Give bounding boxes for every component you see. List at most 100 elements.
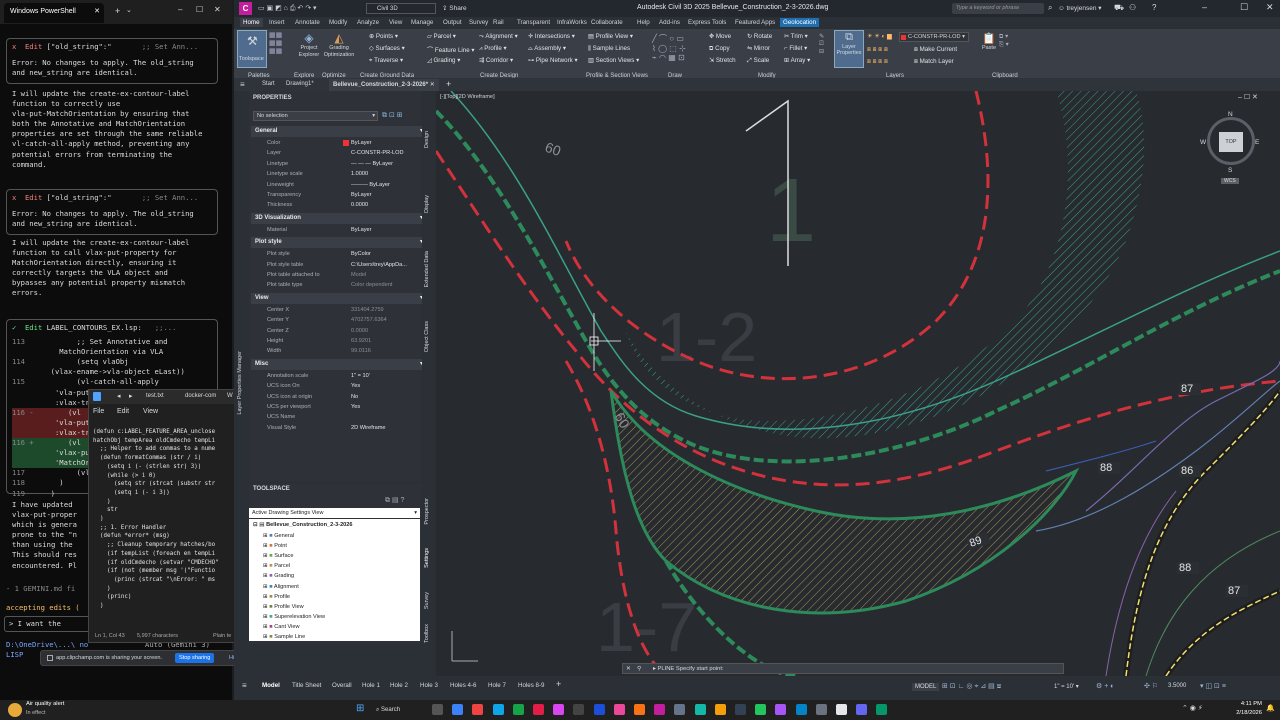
property-row[interactable]: Linetype scale 1.0000: [255, 169, 431, 179]
ribbon-tab[interactable]: Collaborate: [588, 18, 626, 27]
elevation-label[interactable]: 88: [1177, 562, 1199, 574]
command-line[interactable]: ✕ ⚲ ▸ PLINE Specify start point:: [622, 663, 1064, 674]
ribbon-tab[interactable]: Home: [240, 18, 263, 27]
taskbar-search[interactable]: ⌕ Search: [376, 703, 420, 717]
chevron-down-icon[interactable]: ⌄: [126, 6, 132, 14]
clock-time[interactable]: 4:11 PM: [1222, 701, 1262, 707]
chatgpt-icon[interactable]: [512, 704, 524, 715]
palette-small-icons[interactable]: ▦▦ ▦▦ ▦▦: [269, 31, 289, 61]
modify-extra-icons[interactable]: ✎ ⎚ ⊟: [819, 33, 824, 55]
ribbon-tab[interactable]: View: [386, 18, 405, 27]
property-row[interactable]: Annotation scale 1" = 10': [255, 371, 431, 381]
tree-item[interactable]: ⊞ ■ Grading: [263, 573, 294, 579]
scale-button[interactable]: ⤢ Scale: [747, 57, 769, 65]
side-tab-settings[interactable]: Settings: [424, 548, 430, 568]
property-row[interactable]: Transparency ByLayer: [255, 190, 431, 200]
road-edge-green[interactable]: [436, 109, 1280, 464]
notepad-tab[interactable]: docker-com: [185, 393, 216, 399]
civil3d-icon[interactable]: [654, 704, 666, 715]
network-icon[interactable]: ⚇: [1129, 3, 1136, 12]
store-icon[interactable]: [714, 704, 726, 715]
notepad-text-area[interactable]: (defun c:LABEL_FEATURE_AREA_unclose hatch…: [93, 428, 239, 626]
viewcube[interactable]: TOP N S E W WCS: [1200, 111, 1261, 191]
tree-item[interactable]: ⊞ ■ General: [263, 533, 294, 539]
notepad-icon[interactable]: [573, 704, 585, 715]
alignment-button[interactable]: ⤳ Alignment ▾: [479, 33, 518, 41]
contour-line[interactable]: [1035, 380, 1280, 532]
indesign-icon[interactable]: [613, 704, 625, 715]
ribbon-tab[interactable]: Manage: [408, 18, 436, 27]
property-section-header[interactable]: General▾: [251, 126, 429, 137]
property-row[interactable]: UCS icon On Yes: [255, 381, 431, 391]
surfaces-button[interactable]: ◇ Surfaces ▾: [369, 45, 405, 52]
corridor-button[interactable]: ⇶ Corridor ▾: [479, 57, 513, 64]
layout-tab[interactable]: Title Sheet: [292, 682, 321, 689]
forward-icon[interactable]: ▸: [129, 392, 133, 400]
fillet-button[interactable]: ⌐ Fillet ▾: [784, 45, 807, 52]
property-row[interactable]: Height 63.9201: [255, 336, 431, 346]
layout-tab[interactable]: Hole 1: [362, 682, 380, 689]
command-settings-icon[interactable]: ⚲: [637, 664, 641, 674]
drawing-canvas[interactable]: 1 1-2 1-7 87 88 86 87 88 89 60 60 [-][Top][2D W…: [436, 91, 1280, 676]
acrobat-icon[interactable]: [533, 704, 544, 715]
layout-tab[interactable]: Holes 8-9: [518, 682, 544, 689]
notepad-tab[interactable]: W: [227, 393, 233, 399]
ribbon-tab[interactable]: Transparent: [514, 18, 553, 27]
weather-icon[interactable]: [8, 703, 22, 717]
layout-tab[interactable]: Model: [262, 682, 280, 689]
tree-item[interactable]: ⊞ ■ Point: [263, 543, 287, 549]
side-tab-object-class[interactable]: Object Class: [424, 321, 430, 352]
layout-tab[interactable]: Holes 4-6: [450, 682, 476, 689]
side-tab-design[interactable]: Design: [424, 131, 430, 148]
property-row[interactable]: Plot table type Color dependent: [255, 280, 431, 290]
app-icon[interactable]: [755, 704, 767, 715]
grading-optimization-button[interactable]: ◭ Grading Optimization: [322, 31, 356, 71]
tree-item[interactable]: ⊞ ■ Cant View: [263, 624, 300, 630]
cart-icon[interactable]: ⛟: [1114, 3, 1124, 13]
pipe-network-button[interactable]: ⊶ Pipe Network ▾: [528, 57, 578, 64]
viewport-window-controls[interactable]: – ☐ ✕: [1238, 93, 1258, 101]
property-row[interactable]: Color ByLayer: [255, 138, 431, 148]
compass-w[interactable]: W: [1200, 139, 1206, 146]
property-section-header[interactable]: View▾: [251, 292, 429, 304]
workspace-dropdown[interactable]: Civil 3D: [366, 3, 436, 14]
drawing-svg[interactable]: 1 1-2 1-7 8788 868788896060: [436, 91, 1280, 676]
copy-button[interactable]: ⧉ Copy: [709, 45, 730, 53]
toolspace-button[interactable]: ⚒ Toolspace: [237, 30, 267, 68]
elevation-value[interactable]: 3.5000: [1168, 683, 1186, 689]
add-layout-icon[interactable]: +: [556, 679, 561, 689]
toolspace-toolbar-icons[interactable]: ⧉ ▤ ?: [385, 496, 404, 505]
parcel-button[interactable]: ▱ Parcel ▾: [427, 33, 456, 40]
array-button[interactable]: ⊞ Array ▾: [784, 57, 810, 64]
paste-button[interactable]: 📋 Paste: [979, 32, 999, 68]
doc-tab-start[interactable]: Start: [262, 81, 275, 87]
layer-properties-button[interactable]: ⧉ Layer Properties: [834, 30, 864, 68]
hatch-region-teal[interactable]: [626, 91, 1145, 439]
property-row[interactable]: Plot style table C:\Users\trey\AppDa...: [255, 260, 431, 270]
layout-tab[interactable]: Hole 2: [390, 682, 408, 689]
close-window-icon[interactable]: ✕: [1266, 2, 1274, 13]
property-row[interactable]: Center Z 0.0000: [255, 326, 431, 336]
ribbon-tab[interactable]: Geolocation: [780, 18, 820, 27]
ribbon-tab[interactable]: Insert: [266, 18, 287, 27]
property-row[interactable]: Center Y 4702757.6364: [255, 315, 431, 325]
notepad-tab[interactable]: test.txt: [146, 393, 164, 399]
tree-item[interactable]: ⊞ ■ Profile View: [263, 604, 304, 610]
mirror-button[interactable]: ⇋ Mirror: [747, 45, 770, 52]
ribbon-tab[interactable]: Add-ins: [656, 18, 683, 27]
menu-file[interactable]: File: [93, 408, 104, 415]
side-tab-display[interactable]: Display: [424, 195, 430, 213]
app-icon[interactable]: [795, 704, 807, 715]
tree-item[interactable]: ⊞ ■ Alignment: [263, 584, 299, 590]
terminal-icon[interactable]: [674, 704, 686, 715]
move-button[interactable]: ✥ Move: [709, 33, 731, 40]
wcs-dropdown[interactable]: WCS: [1221, 178, 1239, 184]
traverse-button[interactable]: ⌖ Traverse ▾: [369, 57, 403, 65]
ribbon-options-icon[interactable]: [830, 18, 836, 20]
tree-item[interactable]: ⊞ ■ Sample Line: [263, 634, 305, 640]
app-icon[interactable]: [856, 704, 868, 715]
side-tab-prospector[interactable]: Prospector: [424, 498, 430, 525]
draw-tools-icons[interactable]: ╱ ⌒ ○ ▭ ⌇ ◯ ⬚ ⊹ ⌁ ◠ ▦ ⊡: [652, 33, 686, 62]
road-edge-yellow[interactable]: [1165, 590, 1280, 676]
quick-access-icons[interactable]: ▭ ▣ ◩ ⌂ ⎙ ↶ ↷ ▾: [258, 4, 317, 13]
